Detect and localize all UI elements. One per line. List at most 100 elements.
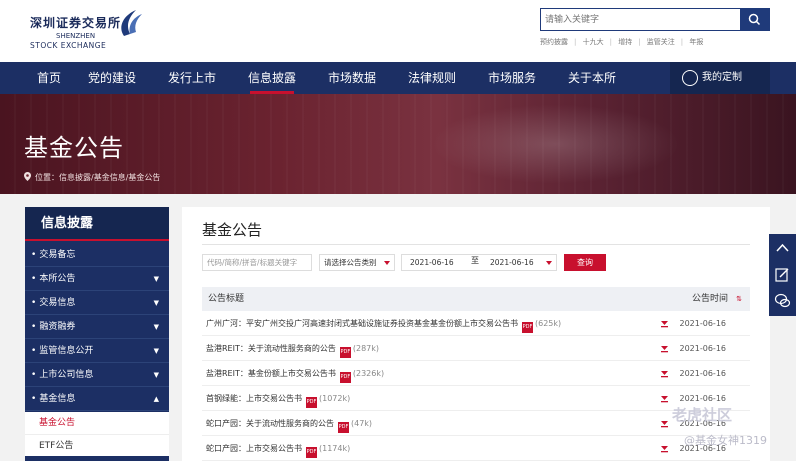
- search-button[interactable]: [740, 9, 769, 30]
- sidebar-item-label: 交易备忘: [39, 250, 76, 260]
- chevron-down-icon: ▼: [153, 323, 159, 331]
- col-title: 公告标题: [208, 294, 245, 304]
- table-row[interactable]: 蛇口产园：关于流动性服务商的公告 PDF (47k) 2021-06-16: [202, 412, 750, 436]
- download-icon[interactable]: [660, 369, 669, 378]
- download-icon[interactable]: [660, 319, 669, 328]
- file-size: (47k): [351, 419, 373, 428]
- page-title: 基金公告: [24, 134, 124, 162]
- quick-link[interactable]: 预约披露: [540, 38, 568, 46]
- chevron-down-icon: [546, 261, 552, 265]
- date-to-label: 至: [471, 256, 479, 265]
- quick-link[interactable]: 监管关注: [647, 38, 675, 46]
- download-icon[interactable]: [660, 344, 669, 353]
- nav-item-disclosure[interactable]: 信息披露: [248, 62, 296, 94]
- sidebar-item-fund-info[interactable]: • 基金信息 ▲: [25, 387, 169, 411]
- sidebar-item-label: 交易信息: [39, 298, 76, 308]
- search-icon: [748, 13, 761, 26]
- search-input[interactable]: [541, 9, 740, 30]
- chevron-down-icon: [384, 261, 390, 265]
- floating-toolbar: [769, 234, 796, 316]
- logo-english-line1: SHENZHEN: [56, 32, 96, 40]
- notice-date: 2021-06-16: [679, 319, 727, 328]
- sidebar-subitem-etf-notice[interactable]: ETF公告: [25, 434, 169, 456]
- date-from[interactable]: 2021-06-16: [410, 255, 454, 270]
- sidebar: 信息披露 • 交易备忘 • 本所公告 ▼ • 交易信息 ▼ • 融资融券 ▼ • 监管信息…: [25, 207, 169, 461]
- nav-item-home[interactable]: 首页: [37, 62, 61, 94]
- sort-icon[interactable]: ⇅: [736, 287, 742, 311]
- date-to[interactable]: 2021-06-16: [490, 255, 534, 270]
- download-icon[interactable]: [660, 394, 669, 403]
- quick-link[interactable]: 年报: [689, 38, 703, 46]
- sidebar-item-label: 监管信息公开: [39, 346, 94, 356]
- search-box: [540, 8, 770, 31]
- pdf-icon: PDF: [339, 372, 351, 383]
- table-row[interactable]: 盐港REIT：基金份额上市交易公告书 PDF (2326k) 2021-06-16: [202, 362, 750, 386]
- download-icon[interactable]: [660, 419, 669, 428]
- sidebar-item-regulation[interactable]: • 监管信息公开 ▼: [25, 339, 169, 363]
- szse-logo[interactable]: 深圳证券交易所 SHENZHEN STOCK EXCHANGE: [28, 8, 153, 54]
- pdf-icon: PDF: [339, 347, 351, 358]
- chevron-up-icon: ▲: [153, 395, 159, 403]
- chevron-down-icon: ▼: [153, 299, 159, 307]
- notice-date: 2021-06-16: [679, 369, 727, 378]
- compass-icon: [682, 70, 698, 86]
- my-custom-label: 我的定制: [702, 72, 742, 83]
- nav-item-about[interactable]: 关于本所: [568, 62, 616, 94]
- notice-title[interactable]: 蛇口产园：上市交易公告书: [206, 444, 302, 453]
- my-custom-button[interactable]: 我的定制: [670, 62, 770, 94]
- table-row[interactable]: 蛇口产园：上市交易公告书 PDF (1174k) 2021-06-16: [202, 437, 750, 461]
- sidebar-item-listed-company[interactable]: • 上市公司信息 ▼: [25, 363, 169, 387]
- notice-title[interactable]: 盐港REIT：关于流动性服务商的公告: [206, 344, 336, 353]
- breadcrumb: 位置：信息披露/基金信息/基金公告: [24, 172, 160, 183]
- query-button[interactable]: 查询: [564, 254, 606, 271]
- location-pin-icon: [24, 172, 31, 181]
- sidebar-subitem-fund-notice[interactable]: 基金公告: [25, 412, 169, 434]
- nav-item-party[interactable]: 党的建设: [88, 62, 136, 94]
- logo-chinese-name: 深圳证券交易所: [30, 16, 122, 30]
- quick-link[interactable]: 十九大: [583, 38, 604, 46]
- chevron-down-icon: ▼: [153, 347, 159, 355]
- breadcrumb-text: 位置：信息披露/基金信息/基金公告: [35, 173, 161, 182]
- table-header: 公告标题 公告时间 ⇅: [202, 287, 750, 311]
- quick-link[interactable]: 增持: [618, 38, 632, 46]
- collapse-icon[interactable]: [774, 240, 791, 257]
- pdf-icon: PDF: [306, 397, 317, 408]
- watermark-logo: 老虎社区: [672, 406, 733, 424]
- nav-item-market-data[interactable]: 市场数据: [328, 62, 376, 94]
- nav-item-rules[interactable]: 法律规则: [408, 62, 456, 94]
- pdf-icon: PDF: [306, 447, 317, 458]
- page-banner: 基金公告 位置：信息披露/基金信息/基金公告: [0, 94, 796, 194]
- notice-title[interactable]: 广州广河：平安广州交投广河高速封闭式基础设施证券投资基金基金份额上市交易公告书: [206, 319, 518, 328]
- sidebar-item-margin[interactable]: • 融资融券 ▼: [25, 315, 169, 339]
- sidebar-item-trade-info[interactable]: • 交易信息 ▼: [25, 291, 169, 315]
- category-select[interactable]: 请选择公告类别: [319, 254, 395, 271]
- sidebar-item-label: 本所公告: [39, 274, 76, 284]
- chevron-down-icon: ▼: [153, 371, 159, 379]
- file-size: (287k): [352, 344, 380, 353]
- file-size: (2326k): [352, 369, 385, 378]
- edit-icon[interactable]: [774, 266, 791, 283]
- nav-item-listing[interactable]: 发行上市: [168, 62, 216, 94]
- logo-mark-icon: [121, 10, 142, 36]
- nav-item-services[interactable]: 市场服务: [488, 62, 536, 94]
- notice-title[interactable]: 首钢绿能：上市交易公告书: [206, 394, 302, 403]
- date-range-field[interactable]: 2021-06-16 2021-06-16: [401, 254, 557, 271]
- table-row[interactable]: 盐港REIT：关于流动性服务商的公告 PDF (287k) 2021-06-16: [202, 337, 750, 361]
- panel-title: 基金公告: [202, 221, 263, 239]
- notice-title[interactable]: 蛇口产园：关于流动性服务商的公告: [206, 419, 334, 428]
- table-row[interactable]: 广州广河：平安广州交投广河高速封闭式基础设施证券投资基金基金份额上市交易公告书 P…: [202, 312, 750, 336]
- col-time[interactable]: 公告时间: [692, 287, 728, 311]
- quick-links: 预约披露 | 十九大 | 增持 | 监管关注 | 年报: [540, 38, 704, 46]
- table-row[interactable]: 首钢绿能：上市交易公告书 PDF (1072k) 2021-06-16: [202, 387, 750, 411]
- sidebar-item-label: 基金信息: [39, 394, 76, 404]
- keyword-field[interactable]: 代码/简称/拼音/标题关键字: [202, 254, 312, 271]
- sidebar-item-trade-memo[interactable]: • 交易备忘: [25, 243, 169, 267]
- sidebar-title: 信息披露: [25, 207, 169, 241]
- sidebar-item-exchange-notice[interactable]: • 本所公告 ▼: [25, 267, 169, 291]
- download-icon[interactable]: [660, 444, 669, 453]
- notice-title[interactable]: 盐港REIT：基金份额上市交易公告书: [206, 369, 336, 378]
- watermark-handle: @基金女神1319: [684, 434, 767, 447]
- wechat-icon[interactable]: [774, 292, 791, 309]
- sidebar-item-label: 融资融券: [39, 322, 76, 332]
- pdf-icon: PDF: [338, 422, 349, 433]
